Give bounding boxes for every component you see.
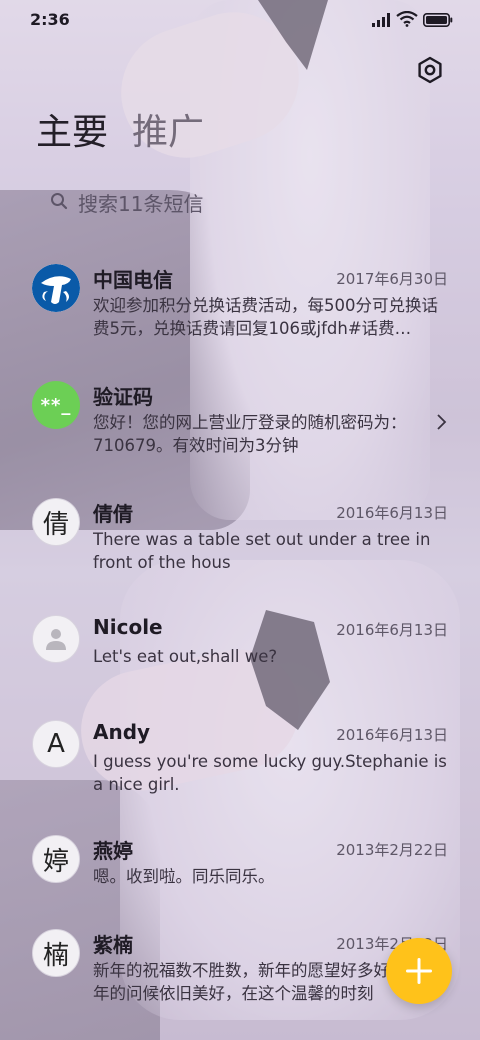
wifi-icon: [396, 11, 418, 27]
message-preview: Let's eat out,shall we?: [93, 647, 278, 666]
message-preview: I guess you're some lucky guy.Stephanie …: [93, 752, 447, 794]
tab-promotions[interactable]: 推广: [132, 110, 204, 156]
conversation-row[interactable]: 子玲: [0, 1028, 480, 1040]
battery-icon: [423, 13, 453, 27]
person-placeholder-icon: [46, 629, 66, 650]
contact-name: Nicole: [93, 615, 163, 639]
avatar: 楠: [32, 929, 80, 977]
avatar: [32, 615, 80, 663]
avatar: 倩: [32, 498, 80, 546]
conversation-row[interactable]: A Andy 2016年6月13日 I guess you're some lu…: [0, 704, 480, 814]
message-date: 2013年2月22日: [336, 841, 448, 859]
search-placeholder: 搜索11条短信: [78, 192, 204, 216]
message-preview: 嗯。收到啦。同乐同乐。: [93, 867, 275, 886]
message-date: 2017年6月30日: [336, 270, 448, 288]
gear-icon[interactable]: [416, 56, 444, 84]
message-date: 2016年6月13日: [336, 726, 448, 744]
avatar: A: [32, 720, 80, 768]
search-icon: [51, 193, 68, 210]
message-date: 2016年6月13日: [336, 621, 448, 639]
contact-name: Andy: [93, 720, 151, 744]
china-telecom-logo-icon: [32, 264, 80, 312]
contact-name: 验证码: [93, 385, 153, 409]
status-bar: 2:36: [0, 0, 480, 40]
avatar: 婷: [32, 835, 80, 883]
avatar: **_: [32, 381, 80, 429]
contact-name: 燕婷: [93, 839, 133, 863]
message-date: 2016年6月13日: [336, 504, 448, 522]
message-preview: There was a table set out under a tree i…: [93, 530, 431, 572]
message-preview: 欢迎参加积分兑换话费活动，每500分可兑换话费5元，兑换话费请回复106或jfd…: [93, 296, 438, 338]
conversation-row[interactable]: 倩 倩倩 2016年6月13日 There was a table set ou…: [0, 482, 480, 592]
contact-name: 中国电信: [93, 268, 173, 292]
search-bar[interactable]: 搜索11条短信: [30, 176, 450, 228]
contact-name: 倩倩: [93, 502, 133, 526]
new-message-button[interactable]: [386, 938, 452, 1004]
conversation-row[interactable]: Nicole 2016年6月13日 Let's eat out,shall we…: [0, 599, 480, 709]
plus-icon: [406, 958, 432, 984]
status-time: 2:36: [30, 10, 70, 29]
conversation-row[interactable]: 中国电信 2017年6月30日 欢迎参加积分兑换话费活动，每500分可兑换话费5…: [0, 248, 480, 358]
cellular-signal-icon: [372, 13, 390, 27]
tab-primary[interactable]: 主要: [36, 110, 108, 156]
conversation-row[interactable]: **_ 验证码 您好！您的网上营业厅登录的随机密码为：710679。有效时间为3…: [0, 365, 480, 475]
contact-name: 紫楠: [93, 933, 133, 957]
avatar: [32, 264, 80, 312]
message-preview: 您好！您的网上营业厅登录的随机密码为：710679。有效时间为3分钟: [93, 413, 407, 455]
chevron-right-icon[interactable]: [434, 412, 448, 432]
